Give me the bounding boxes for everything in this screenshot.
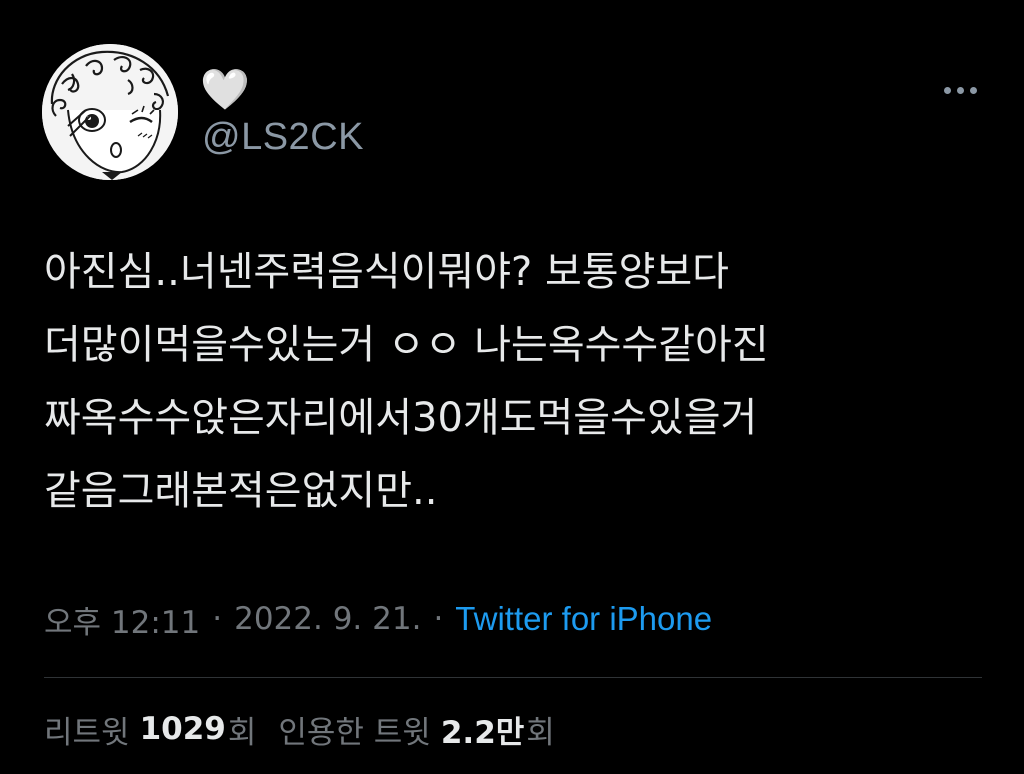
- tweet-text-line: 같음그래본적은없지만..: [44, 468, 438, 514]
- tweet-text-line: 더많이먹을수있는거 ㅇㅇ 나는옥수수같아진: [44, 322, 769, 368]
- more-options-button[interactable]: [930, 70, 990, 110]
- divider: [44, 677, 982, 678]
- retweets-count: 1029: [139, 711, 226, 747]
- more-dots-icon: [956, 86, 964, 94]
- quotes-count: 2.2만: [440, 714, 525, 751]
- avatar-illustration: [42, 44, 178, 180]
- quotes-label: 인용한 트윗: [278, 714, 431, 751]
- tweet-source-link[interactable]: Twitter for iPhone: [455, 600, 712, 638]
- tweet-time[interactable]: 오후 12:11: [44, 597, 200, 642]
- avatar[interactable]: [42, 44, 178, 180]
- author-name-row: 🤍: [200, 66, 250, 114]
- tweet-date[interactable]: 2022. 9. 21.: [234, 601, 421, 637]
- more-dots-icon: [969, 86, 977, 94]
- user-handle[interactable]: @LS2CK: [202, 112, 364, 162]
- retweets-unit: 회: [227, 714, 257, 751]
- quotes-unit: 회: [526, 714, 555, 751]
- tweet-text: 아진심..너넨주력음식이뭐야? 보통양보다 더많이먹을수있는거 ㅇㅇ 나는옥수수…: [44, 236, 989, 528]
- retweets-stat[interactable]: 리트윗 1029 회: [44, 707, 256, 752]
- tweet-text-line: 짜옥수수앉은자리에서30개도먹을수있을거: [44, 395, 758, 441]
- tweet-stats: 리트윗 1029 회 인용한 트윗 2.2만 회: [44, 704, 555, 754]
- tweet-text-line: 아진심..너넨주력음식이뭐야? 보통양보다: [44, 249, 729, 295]
- more-dots-icon: [943, 86, 951, 94]
- tweet-meta: 오후 12:11 · 2022. 9. 21. · Twitter for iP…: [44, 594, 712, 644]
- retweets-label: 리트윗: [44, 714, 130, 751]
- quote-tweets-stat[interactable]: 인용한 트윗 2.2만 회: [278, 707, 554, 752]
- display-name[interactable]: 🤍: [200, 66, 250, 114]
- meta-separator: ·: [433, 601, 444, 637]
- meta-separator: ·: [212, 601, 223, 637]
